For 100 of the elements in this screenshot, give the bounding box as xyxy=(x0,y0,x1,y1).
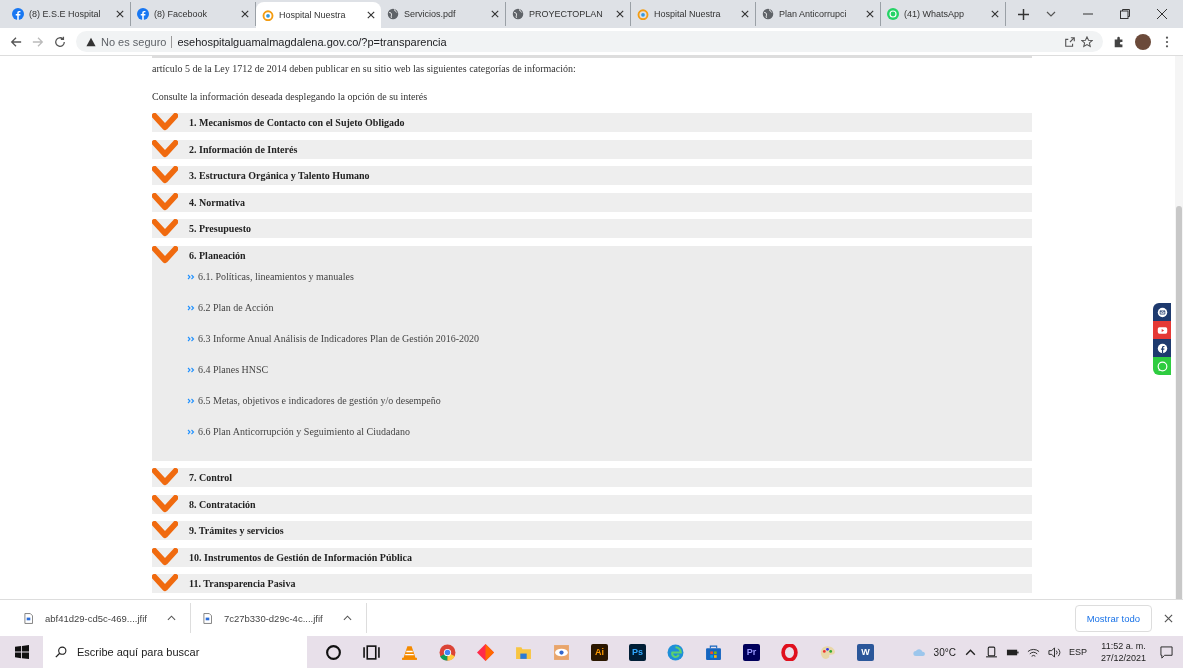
instruction-text: Consulte la información deseada desplegando la opción de su interés xyxy=(152,91,429,102)
close-icon[interactable] xyxy=(241,10,249,18)
close-icon[interactable] xyxy=(866,10,874,18)
double-chevron-icon xyxy=(187,273,195,280)
close-icon[interactable] xyxy=(116,10,124,18)
chevron-icon xyxy=(152,245,178,265)
close-icon[interactable] xyxy=(367,11,375,19)
accordion-header[interactable]: 1. Mecanismos de Contacto con el Sujeto Obligado xyxy=(152,113,1032,132)
accordion-header[interactable]: 11. Transparencia Pasiva xyxy=(152,574,1032,593)
speaker-icon[interactable] xyxy=(1047,645,1061,659)
document-link[interactable]: 6.2 Plan de Acción xyxy=(198,301,274,313)
palette-icon[interactable] xyxy=(819,643,836,661)
address-field[interactable]: No es seguro esehospitalguamalmagdalena.gov.co/?p=transparencia xyxy=(76,31,1103,52)
close-icon[interactable] xyxy=(741,10,749,18)
globe-icon xyxy=(512,8,524,20)
chevron-icon xyxy=(152,139,178,159)
accordion-header[interactable]: 3. Estructura Orgánica y Talento Humano xyxy=(152,166,1032,185)
temperature-text[interactable]: 30°C xyxy=(933,646,956,658)
task-view-icon[interactable] xyxy=(363,643,380,661)
opera-icon[interactable] xyxy=(781,643,798,661)
shopping-bag-icon[interactable] xyxy=(705,643,722,661)
warning-icon xyxy=(86,36,96,47)
youtube-button[interactable] xyxy=(1153,321,1171,339)
scrollbar-thumb[interactable] xyxy=(1176,206,1182,599)
whatsapp-icon xyxy=(887,8,899,20)
swirl-logo-icon xyxy=(637,8,649,20)
swirl-logo-icon xyxy=(262,9,274,21)
double-chevron-icon xyxy=(187,304,195,311)
chevron-icon xyxy=(152,494,178,514)
double-chevron-icon xyxy=(187,428,195,435)
reload-icon[interactable] xyxy=(54,35,66,48)
browser-tab[interactable]: Servicios.pdf xyxy=(381,2,506,26)
browser-tab[interactable]: (8) Facebook xyxy=(131,2,256,26)
accordion-header[interactable]: 10. Instrumentos de Gestión de Información Pública xyxy=(152,547,1032,567)
globe-icon xyxy=(387,8,399,20)
browser-tab[interactable]: (8) E.S.E Hospital xyxy=(6,2,131,26)
download-item[interactable]: 7c27b330-d29c-4c....jfif xyxy=(190,603,367,633)
tab-title: Hospital Nuestra xyxy=(654,9,722,19)
caret-icon[interactable] xyxy=(166,615,176,621)
browser-tab[interactable]: PROYECTOPLAN xyxy=(506,2,631,26)
language-indicator[interactable]: ESP xyxy=(1068,647,1087,657)
app-icon[interactable]: W xyxy=(857,643,874,661)
document-link[interactable]: 6.5 Metas, objetivos e indicadores de gestión y/o desempeño xyxy=(198,394,441,406)
show-all-button[interactable]: Mostrar todo xyxy=(1074,604,1152,632)
close-icon[interactable] xyxy=(1164,613,1173,623)
notification-icon[interactable] xyxy=(1160,645,1173,659)
chevron-icon xyxy=(152,219,178,238)
file-icon xyxy=(24,612,33,624)
accordion-header[interactable]: 5. Presupuesto xyxy=(152,219,1032,238)
accordion-header[interactable]: 9. Trámites y servicios xyxy=(152,521,1032,540)
puzzle-icon[interactable] xyxy=(1113,35,1125,48)
document-link[interactable]: 6.1. Políticas, lineamientos y manuales xyxy=(198,270,354,282)
accordion-header[interactable]: 8. Contratación xyxy=(152,494,1032,514)
email-icon xyxy=(1156,306,1168,318)
close-icon[interactable] xyxy=(616,10,624,18)
taskbar-search-field[interactable]: Escribe aquí para buscar xyxy=(43,636,307,668)
double-chevron-icon xyxy=(187,366,195,373)
accordion-header[interactable]: 4. Normativa xyxy=(152,192,1032,212)
browser-tab[interactable]: Hospital Nuestra xyxy=(256,2,381,28)
document-link[interactable]: 6.3 Informe Anual Análisis de Indicadores Plan de Gestión 2016-2020 xyxy=(198,332,480,344)
chrome-icon[interactable] xyxy=(439,643,456,661)
accordion-header[interactable]: 6. Planeación xyxy=(152,245,1032,265)
chevron-icon xyxy=(152,574,178,593)
edge-icon[interactable] xyxy=(667,643,684,661)
restore-icon[interactable] xyxy=(1119,8,1131,20)
close-icon[interactable] xyxy=(991,10,999,18)
download-item[interactable]: abf41d29-cd5c-469....jfif xyxy=(10,603,191,633)
chevron-icon xyxy=(152,547,178,567)
browser-tab[interactable]: Plan Anticorrupci xyxy=(756,2,881,26)
browser-tab[interactable]: Hospital Nuestra xyxy=(631,2,756,26)
share-icon[interactable] xyxy=(1064,35,1076,48)
app-icon[interactable]: Pr xyxy=(743,643,760,661)
browser-tab[interactable]: (41) WhatsApp xyxy=(881,2,1006,26)
accordion-header[interactable]: 7. Control xyxy=(152,468,1032,487)
caret-icon[interactable] xyxy=(342,615,352,621)
document-link[interactable]: 6.6 Plan Anticorrupción y Seguimiento al Ciudadano xyxy=(198,425,410,437)
globe-icon xyxy=(762,8,774,20)
accordion-header[interactable]: 2. Información de Interés xyxy=(152,139,1032,159)
double-chevron-icon xyxy=(187,397,195,404)
tab-title: (8) E.S.E Hospital xyxy=(29,9,102,19)
app-icon[interactable]: Ai xyxy=(591,643,608,661)
document-link[interactable]: 6.4 Planes HNSC xyxy=(198,363,269,375)
eye-icon[interactable] xyxy=(553,643,570,661)
back-icon[interactable] xyxy=(10,35,22,48)
app-icon[interactable]: Ps xyxy=(629,643,646,661)
clock[interactable]: 11:52 a. m. 27/12/2021 xyxy=(1100,640,1146,664)
profile-avatar[interactable] xyxy=(1135,33,1151,50)
diamond-icon[interactable] xyxy=(477,643,494,661)
play-icon xyxy=(1156,324,1168,336)
email-button[interactable] xyxy=(1153,303,1171,321)
circle-icon[interactable] xyxy=(325,643,342,661)
intro-text: artículo 5 de la Ley 1712 de 2014 deben publicar en su sitio web las siguientes categorías de información: xyxy=(152,63,577,74)
new-tab-icon[interactable] xyxy=(1018,9,1029,20)
star-icon[interactable] xyxy=(1081,35,1093,48)
facebook-icon xyxy=(137,8,149,20)
close-icon[interactable] xyxy=(1156,8,1168,20)
windows-start-icon[interactable] xyxy=(15,645,29,659)
facebook-button[interactable] xyxy=(1153,339,1171,357)
close-icon[interactable] xyxy=(491,10,499,18)
tab-title: (41) WhatsApp xyxy=(904,9,966,19)
